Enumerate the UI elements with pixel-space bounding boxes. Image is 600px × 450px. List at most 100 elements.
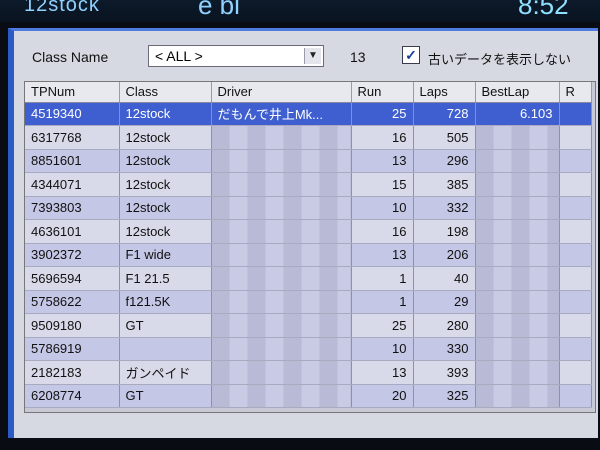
cell-r: [559, 360, 592, 385]
cell-bestlap: [475, 337, 560, 361]
cell-bestlap: [475, 243, 560, 267]
cell-r: [559, 384, 592, 408]
cell-driver: [211, 384, 352, 408]
cell-tpnum: 5758622: [25, 290, 120, 314]
cell-class: [119, 337, 212, 361]
cell-tpnum: 4344071: [25, 172, 120, 197]
top-class-text: 12stock: [24, 0, 100, 16]
cell-r: [559, 290, 592, 314]
cell-driver: [211, 337, 352, 361]
table-row[interactable]: 3902372 F1 wide 13 206: [25, 243, 592, 267]
chevron-down-icon[interactable]: ▼: [304, 48, 321, 64]
class-select[interactable]: < ALL > ▼: [148, 45, 324, 67]
cell-driver: [211, 196, 352, 220]
cell-r: [559, 102, 592, 126]
cell-run: 16: [351, 219, 414, 244]
table-row[interactable]: 2182183 ガンペイド 13 393: [25, 360, 592, 385]
cell-bestlap: [475, 266, 560, 291]
cell-bestlap: [475, 149, 560, 173]
table-header-row: TPNum Class Driver Run Laps BestLap R: [25, 82, 592, 103]
cell-class: 12stock: [119, 149, 212, 173]
col-header-laps[interactable]: Laps: [413, 82, 476, 103]
cell-bestlap: [475, 313, 560, 338]
cell-laps: 728: [413, 102, 476, 126]
record-count: 13: [350, 49, 366, 65]
col-header-run[interactable]: Run: [351, 82, 414, 103]
cell-bestlap: [475, 384, 560, 408]
table-row[interactable]: 7393803 12stock 10 332: [25, 196, 592, 220]
cell-r: [559, 125, 592, 150]
cell-laps: 206: [413, 243, 476, 267]
cell-class: F1 wide: [119, 243, 212, 267]
cell-run: 10: [351, 337, 414, 361]
cell-bestlap: 6.103: [475, 102, 560, 126]
cell-r: [559, 219, 592, 244]
cell-run: 15: [351, 172, 414, 197]
table-row[interactable]: 6208774 GT 20 325: [25, 384, 592, 408]
cell-tpnum: 4636101: [25, 219, 120, 244]
cell-laps: 330: [413, 337, 476, 361]
cell-r: [559, 313, 592, 338]
cell-tpnum: 9509180: [25, 313, 120, 338]
cell-driver: だもんで井上Mk...: [211, 102, 352, 126]
cell-tpnum: 6317768: [25, 125, 120, 150]
cell-run: 25: [351, 102, 414, 126]
cell-run: 16: [351, 125, 414, 150]
cell-tpnum: 3902372: [25, 243, 120, 267]
table-row[interactable]: 5786919 10 330: [25, 337, 592, 361]
cell-class: 12stock: [119, 219, 212, 244]
cell-tpnum: 2182183: [25, 360, 120, 385]
table-row[interactable]: 4519340 12stock だもんで井上Mk... 25 728 6.103: [25, 102, 592, 126]
cell-driver: [211, 243, 352, 267]
table-row[interactable]: 8851601 12stock 13 296: [25, 149, 592, 173]
cell-driver: [211, 313, 352, 338]
cell-tpnum: 8851601: [25, 149, 120, 173]
cell-tpnum: 7393803: [25, 196, 120, 220]
cell-r: [559, 266, 592, 291]
cell-driver: [211, 172, 352, 197]
col-header-class[interactable]: Class: [119, 82, 212, 103]
cell-bestlap: [475, 196, 560, 220]
cell-run: 13: [351, 243, 414, 267]
cell-driver: [211, 125, 352, 150]
cell-run: 13: [351, 149, 414, 173]
cell-bestlap: [475, 172, 560, 197]
cell-class: 12stock: [119, 172, 212, 197]
cell-laps: 198: [413, 219, 476, 244]
table-row[interactable]: 5696594 F1 21.5 1 40: [25, 266, 592, 291]
table-row[interactable]: 4344071 12stock 15 385: [25, 172, 592, 197]
class-name-label: Class Name: [32, 49, 109, 65]
cell-class: GT: [119, 313, 212, 338]
cell-driver: [211, 219, 352, 244]
main-window: Class Name < ALL > ▼ 13 ✓ 古いデータを表示しない TP…: [8, 28, 598, 438]
col-header-tpnum[interactable]: TPNum: [25, 82, 120, 103]
cell-class: F1 21.5: [119, 266, 212, 291]
col-header-bestlap[interactable]: BestLap: [475, 82, 560, 103]
top-status-bar: 12stock e bl 8:52: [0, 0, 600, 22]
cell-laps: 505: [413, 125, 476, 150]
table-row[interactable]: 4636101 12stock 16 198: [25, 219, 592, 244]
table-row[interactable]: 5758622 f121.5K 1 29: [25, 290, 592, 314]
cell-run: 1: [351, 266, 414, 291]
filter-controls: Class Name < ALL > ▼ 13 ✓ 古いデータを表示しない: [32, 45, 600, 69]
cell-bestlap: [475, 360, 560, 385]
data-grid: TPNum Class Driver Run Laps BestLap R 45…: [24, 81, 596, 413]
hide-old-data-label[interactable]: 古いデータを表示しない: [428, 49, 571, 68]
table-row[interactable]: 9509180 GT 25 280: [25, 313, 592, 338]
cell-driver: [211, 360, 352, 385]
cell-laps: 385: [413, 172, 476, 197]
col-header-driver[interactable]: Driver: [211, 82, 352, 103]
cell-laps: 332: [413, 196, 476, 220]
cell-r: [559, 243, 592, 267]
cell-class: ガンペイド: [119, 360, 212, 385]
cell-bestlap: [475, 219, 560, 244]
cell-run: 10: [351, 196, 414, 220]
hide-old-data-checkbox[interactable]: ✓: [402, 46, 420, 64]
cell-class: f121.5K: [119, 290, 212, 314]
results-table: TPNum Class Driver Run Laps BestLap R 45…: [25, 82, 592, 408]
table-row[interactable]: 6317768 12stock 16 505: [25, 125, 592, 150]
cell-laps: 393: [413, 360, 476, 385]
cell-bestlap: [475, 290, 560, 314]
col-header-r[interactable]: R: [559, 82, 592, 103]
cell-laps: 296: [413, 149, 476, 173]
